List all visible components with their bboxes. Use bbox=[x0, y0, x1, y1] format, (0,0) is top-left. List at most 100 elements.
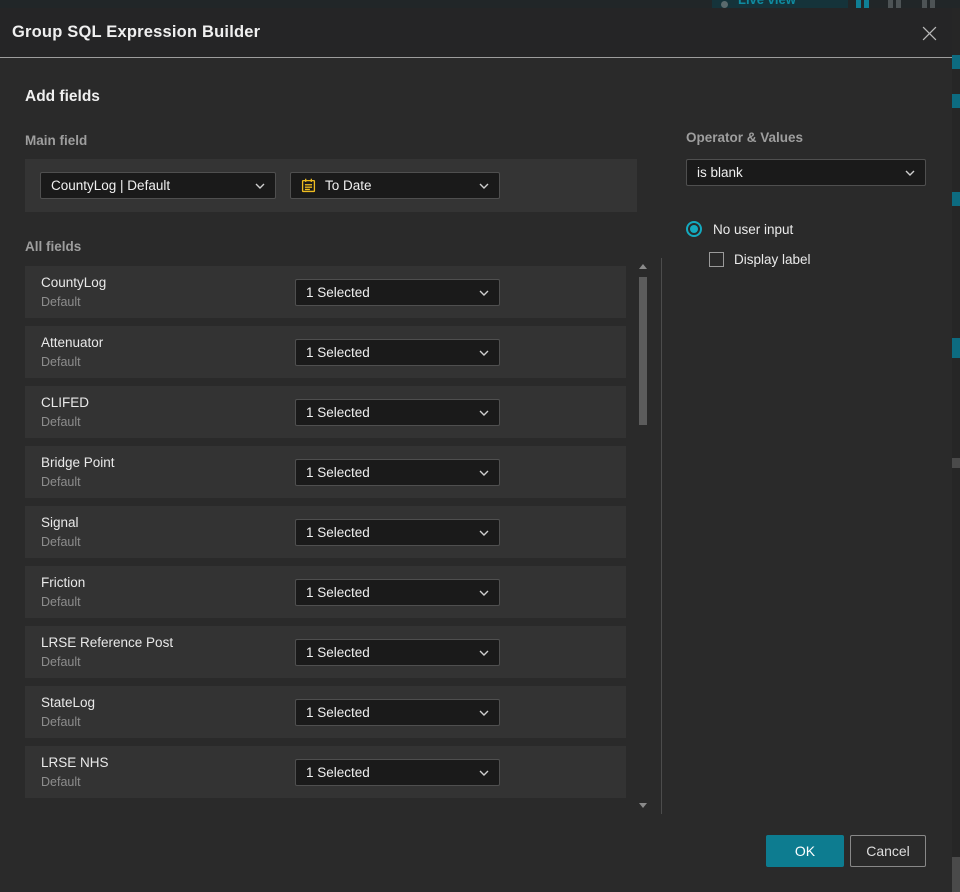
field-selection-value: 1 Selected bbox=[306, 525, 370, 540]
close-icon[interactable] bbox=[918, 22, 940, 44]
field-sublabel: Default bbox=[41, 715, 81, 729]
all-fields-label: All fields bbox=[25, 239, 82, 254]
chevron-down-icon bbox=[479, 410, 489, 416]
chevron-down-icon bbox=[479, 290, 489, 296]
background-fragment bbox=[952, 192, 960, 206]
field-name: CountyLog bbox=[41, 275, 107, 290]
chevron-down-icon bbox=[905, 170, 915, 176]
background-fragment bbox=[952, 338, 960, 358]
field-selection-value: 1 Selected bbox=[306, 465, 370, 480]
field-selection-value: 1 Selected bbox=[306, 345, 370, 360]
field-name: LRSE Reference Post bbox=[41, 635, 174, 650]
field-sublabel: Default bbox=[41, 595, 81, 609]
pause-bar-icon bbox=[856, 0, 861, 8]
all-fields-list: CountyLog Default 1 Selected Attenuator Defa… bbox=[25, 266, 626, 806]
background-fragment bbox=[952, 857, 960, 892]
scroll-down-icon[interactable] bbox=[639, 803, 647, 808]
dialog-titlebar: Group SQL Expression Builder bbox=[0, 8, 952, 58]
field-selection-select[interactable]: 1 Selected bbox=[295, 279, 500, 306]
chevron-down-icon bbox=[479, 470, 489, 476]
field-sublabel: Default bbox=[41, 775, 81, 789]
live-view-dot-icon bbox=[721, 1, 728, 8]
display-label-label: Display label bbox=[734, 252, 811, 267]
panel-divider bbox=[661, 258, 662, 814]
field-sublabel: Default bbox=[41, 295, 81, 309]
field-selection-value: 1 Selected bbox=[306, 645, 370, 660]
calendar-icon bbox=[301, 178, 316, 193]
ok-button[interactable]: OK bbox=[766, 835, 844, 867]
main-field-type-value: To Date bbox=[325, 178, 372, 193]
field-sublabel: Default bbox=[41, 415, 81, 429]
chevron-down-icon bbox=[479, 590, 489, 596]
chevron-down-icon bbox=[479, 183, 489, 189]
live-view-chip: Live view bbox=[712, 0, 848, 8]
scrollbar-thumb[interactable] bbox=[639, 277, 647, 425]
field-name: Attenuator bbox=[41, 335, 104, 350]
field-selection-value: 1 Selected bbox=[306, 765, 370, 780]
field-row: CountyLog Default 1 Selected bbox=[25, 266, 626, 318]
field-row: Bridge Point Default 1 Selected bbox=[25, 446, 626, 498]
chevron-down-icon bbox=[479, 350, 489, 356]
field-sublabel: Default bbox=[41, 475, 81, 489]
field-name: Signal bbox=[41, 515, 79, 530]
field-selection-value: 1 Selected bbox=[306, 705, 370, 720]
field-selection-value: 1 Selected bbox=[306, 285, 370, 300]
live-view-label: Live view bbox=[738, 0, 796, 7]
chevron-down-icon bbox=[479, 650, 489, 656]
toolbar-fragment bbox=[888, 0, 893, 8]
background-fragment bbox=[952, 458, 960, 468]
field-name: StateLog bbox=[41, 695, 96, 710]
field-selection-select[interactable]: 1 Selected bbox=[295, 519, 500, 546]
field-row: LRSE Reference Post Default 1 Selected bbox=[25, 626, 626, 678]
operator-select-value: is blank bbox=[697, 165, 743, 180]
main-field-type-select[interactable]: To Date bbox=[290, 172, 500, 199]
main-field-select-value: CountyLog | Default bbox=[51, 178, 171, 193]
field-selection-select[interactable]: 1 Selected bbox=[295, 459, 500, 486]
background-fragment bbox=[952, 94, 960, 108]
list-scrollbar[interactable] bbox=[639, 260, 648, 810]
field-selection-select[interactable]: 1 Selected bbox=[295, 579, 500, 606]
background-app-top-strip: Live view bbox=[0, 0, 960, 8]
add-fields-heading: Add fields bbox=[25, 88, 100, 105]
field-selection-select[interactable]: 1 Selected bbox=[295, 759, 500, 786]
background-fragment bbox=[952, 55, 960, 69]
field-row: CLIFED Default 1 Selected bbox=[25, 386, 626, 438]
group-sql-expression-builder-dialog: Group SQL Expression Builder Add fields … bbox=[0, 8, 952, 892]
field-sublabel: Default bbox=[41, 655, 81, 669]
no-user-input-label: No user input bbox=[713, 221, 794, 237]
field-row: StateLog Default 1 Selected bbox=[25, 686, 626, 738]
pause-bar-icon bbox=[864, 0, 869, 8]
field-name: Bridge Point bbox=[41, 455, 115, 470]
field-selection-value: 1 Selected bbox=[306, 585, 370, 600]
field-row: LRSE NHS Default 1 Selected bbox=[25, 746, 626, 798]
field-selection-select[interactable]: 1 Selected bbox=[295, 639, 500, 666]
main-field-select[interactable]: CountyLog | Default bbox=[40, 172, 276, 199]
field-row: Attenuator Default 1 Selected bbox=[25, 326, 626, 378]
field-selection-select[interactable]: 1 Selected bbox=[295, 699, 500, 726]
cancel-button[interactable]: Cancel bbox=[850, 835, 926, 867]
no-user-input-radio[interactable]: No user input bbox=[686, 221, 793, 237]
field-selection-select[interactable]: 1 Selected bbox=[295, 339, 500, 366]
operator-values-heading: Operator & Values bbox=[686, 130, 804, 145]
main-field-panel: CountyLog | Default To Date bbox=[25, 159, 637, 212]
display-label-checkbox[interactable]: Display label bbox=[709, 252, 811, 267]
field-selection-select[interactable]: 1 Selected bbox=[295, 399, 500, 426]
operator-select[interactable]: is blank bbox=[686, 159, 926, 186]
chevron-down-icon bbox=[255, 183, 265, 189]
chevron-down-icon bbox=[479, 710, 489, 716]
toolbar-fragment bbox=[896, 0, 901, 8]
field-sublabel: Default bbox=[41, 535, 81, 549]
field-name: Friction bbox=[41, 575, 86, 590]
dialog-title: Group SQL Expression Builder bbox=[12, 23, 261, 41]
checkbox-unchecked-icon bbox=[709, 252, 724, 267]
field-row: Signal Default 1 Selected bbox=[25, 506, 626, 558]
chevron-down-icon bbox=[479, 530, 489, 536]
background-app-right-strip bbox=[952, 8, 960, 892]
field-sublabel: Default bbox=[41, 355, 81, 369]
scroll-up-icon[interactable] bbox=[639, 264, 647, 269]
toolbar-fragment bbox=[922, 0, 927, 8]
field-selection-value: 1 Selected bbox=[306, 405, 370, 420]
toolbar-fragment bbox=[930, 0, 935, 8]
field-name: LRSE NHS bbox=[41, 755, 109, 770]
chevron-down-icon bbox=[479, 770, 489, 776]
